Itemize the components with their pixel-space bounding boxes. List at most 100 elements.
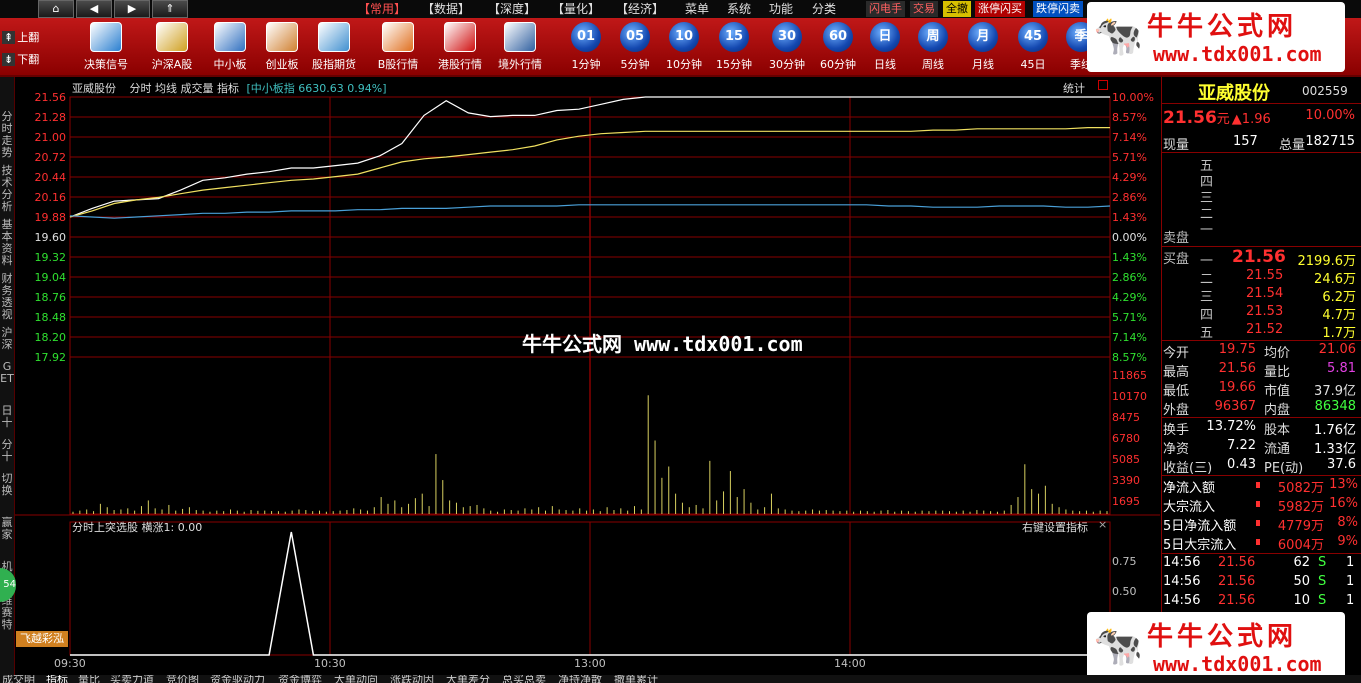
bottom-tab[interactable]: 资金博弈 [278,675,322,683]
bottom-tab[interactable]: 买卖力道 [110,675,154,683]
bottom-tab[interactable]: 量比 [78,675,100,683]
bottom-tab[interactable]: 总买总卖 [502,675,546,683]
tick-volume: 10 [1293,593,1310,608]
volume-tick-label: 6780 [1112,432,1140,445]
sub-tick-label: 0.50 [1112,585,1137,598]
bottom-tab[interactable]: 大单动向 [334,675,378,683]
bottom-tab[interactable]: 成交明 [2,675,35,683]
period-button[interactable]: 01 1分钟 [563,20,609,74]
close-icon[interactable]: × [1098,518,1107,531]
maximize-icon[interactable] [1098,80,1108,90]
left-tab[interactable]: 财务透视 [0,273,14,321]
toolbar-button[interactable]: 股指期货 [306,20,362,74]
menu-item[interactable]: 菜单 [685,1,709,17]
home-icon[interactable]: ⌂ [38,0,74,18]
bottom-tabs: 成交明 指标 量比 买卖力道 竞价图 资金驱动力 资金博弈 大单动向 涨跌动因 大单差分 总买总卖 净… [0,675,1361,683]
period-button[interactable]: 60 60分钟 [815,20,861,74]
x-axis-label: 09:30 [54,657,86,670]
feiyue-badge[interactable]: 飞越彩泓 [16,631,68,647]
chart-tabs[interactable]: 分时 均线 成交量 指标 [130,82,240,95]
left-tab[interactable]: 日十 [0,405,14,429]
intraday-chart[interactable]: 21.56 10.00% 21.28 8.57% 21.00 7.14% 20.72 5.71… [15,77,1160,675]
toolbar-button[interactable]: 港股行情 [432,20,488,74]
left-tab[interactable]: 技术分析 [0,165,14,213]
period-button[interactable]: 30 30分钟 [764,20,810,74]
left-tab[interactable]: 分时走势 [0,111,14,159]
stats-button[interactable]: 统计 [1063,80,1085,96]
price-change: ▲1.96 [1231,112,1271,127]
pct-tick-label: 7.14% [1112,131,1147,144]
period-button[interactable]: 15 15分钟 [711,20,757,74]
bottom-tab[interactable]: 撤单累计 [614,675,658,683]
menu-item[interactable]: 系统 [727,1,751,17]
bottom-tab[interactable]: 涨跌动因 [390,675,434,683]
quick-trade-button[interactable]: 全撤 [943,1,971,17]
watermark-title: 牛牛公式网 [1147,622,1298,652]
menu-item[interactable]: 【数据】 [422,1,470,17]
menu-item[interactable]: 【经济】 [616,1,664,17]
bottom-tab[interactable]: 竞价图 [166,675,199,683]
page-up-button[interactable]: ⇞ 上翻 [2,28,50,48]
price-tick-label: 20.44 [35,171,67,184]
page-down-button[interactable]: ⇟ 下翻 [2,50,50,70]
bottom-tab[interactable]: 指标 [46,675,68,683]
toolbar-button[interactable]: 决策信号 [78,20,134,74]
flow-marker-icon [1256,501,1260,507]
menu-item[interactable]: 【量化】 [552,1,600,17]
menu-item[interactable]: 【深度】 [488,1,536,17]
sub-indicator-settings[interactable]: 右键设置指标 [1022,519,1088,535]
price-tick-label: 20.72 [35,151,67,164]
back-arrow-icon[interactable]: ◀ [76,0,112,18]
left-tab[interactable]: 沪深 [0,327,14,351]
a-shares-icon [156,22,188,52]
price-tick-label: 21.28 [35,111,67,124]
cur-vol: 157 [1233,134,1258,149]
left-tab[interactable]: 赢家 [0,517,14,541]
stat-label: 内盘 [1264,403,1291,418]
bottom-tab[interactable]: 净持净散 [558,675,602,683]
period-button[interactable]: 45 45日 [1010,20,1056,74]
quick-trade-button[interactable]: 涨停闪买 [975,1,1025,17]
tick-price: 21.56 [1218,593,1256,608]
price-tick-label: 19.32 [35,251,67,264]
menu-item[interactable]: 【常用】 [358,1,406,17]
quick-trade-button[interactable]: 闪电手 [866,1,905,17]
volume-tick-label: 11865 [1112,369,1147,382]
price-tick-label: 19.60 [35,231,67,244]
left-tab[interactable]: GET [0,361,14,385]
quick-trade-button[interactable]: 跌停闪卖 [1033,1,1083,17]
period-button[interactable]: 月月线 [960,20,1006,74]
toolbar-button[interactable]: 创业板 [254,20,310,74]
toolbar-label: 境外行情 [498,58,542,71]
toolbar-button[interactable]: 中小板 [202,20,258,74]
x-axis-label: 14:00 [834,657,866,670]
bottom-tab[interactable]: 资金驱动力 [210,675,265,683]
period-button[interactable]: 10 10分钟 [661,20,707,74]
period-button[interactable]: 周周线 [910,20,956,74]
period-label: 1分钟 [571,58,601,71]
toolbar-label: B股行情 [377,58,419,71]
cow-logo-icon: 🐄 [1093,623,1143,669]
left-tab[interactable]: 分十 [0,439,14,463]
period-button[interactable]: 05 5分钟 [612,20,658,74]
buy-price: 21.55 [1246,268,1284,283]
x-axis-label: 10:30 [314,657,346,670]
left-tab[interactable]: 基本资料 [0,219,14,267]
page-up-icon: ⇞ [2,31,16,44]
menu-item[interactable]: 分类 [812,1,836,17]
double-up-arrow-icon[interactable]: ⇑ [152,0,188,18]
toolbar-button[interactable]: 境外行情 [492,20,548,74]
period-button[interactable]: 日日线 [862,20,908,74]
toolbar-label: 沪深A股 [151,58,193,71]
toolbar-button[interactable]: B股行情 [370,20,426,74]
quick-trade-button[interactable]: 交易 [910,1,938,17]
menu-item[interactable]: 功能 [769,1,793,17]
period-circle-icon: 日 [870,22,900,52]
toolbar-button[interactable]: 沪深A股 [144,20,200,74]
period-label: 45日 [1020,58,1046,71]
pct-tick-label: 2.86% [1112,191,1147,204]
forward-arrow-icon[interactable]: ▶ [114,0,150,18]
bottom-tab[interactable]: 大单差分 [446,675,490,683]
left-tab[interactable]: 切换 [0,473,14,497]
toolbar-label: 创业板 [265,58,299,71]
